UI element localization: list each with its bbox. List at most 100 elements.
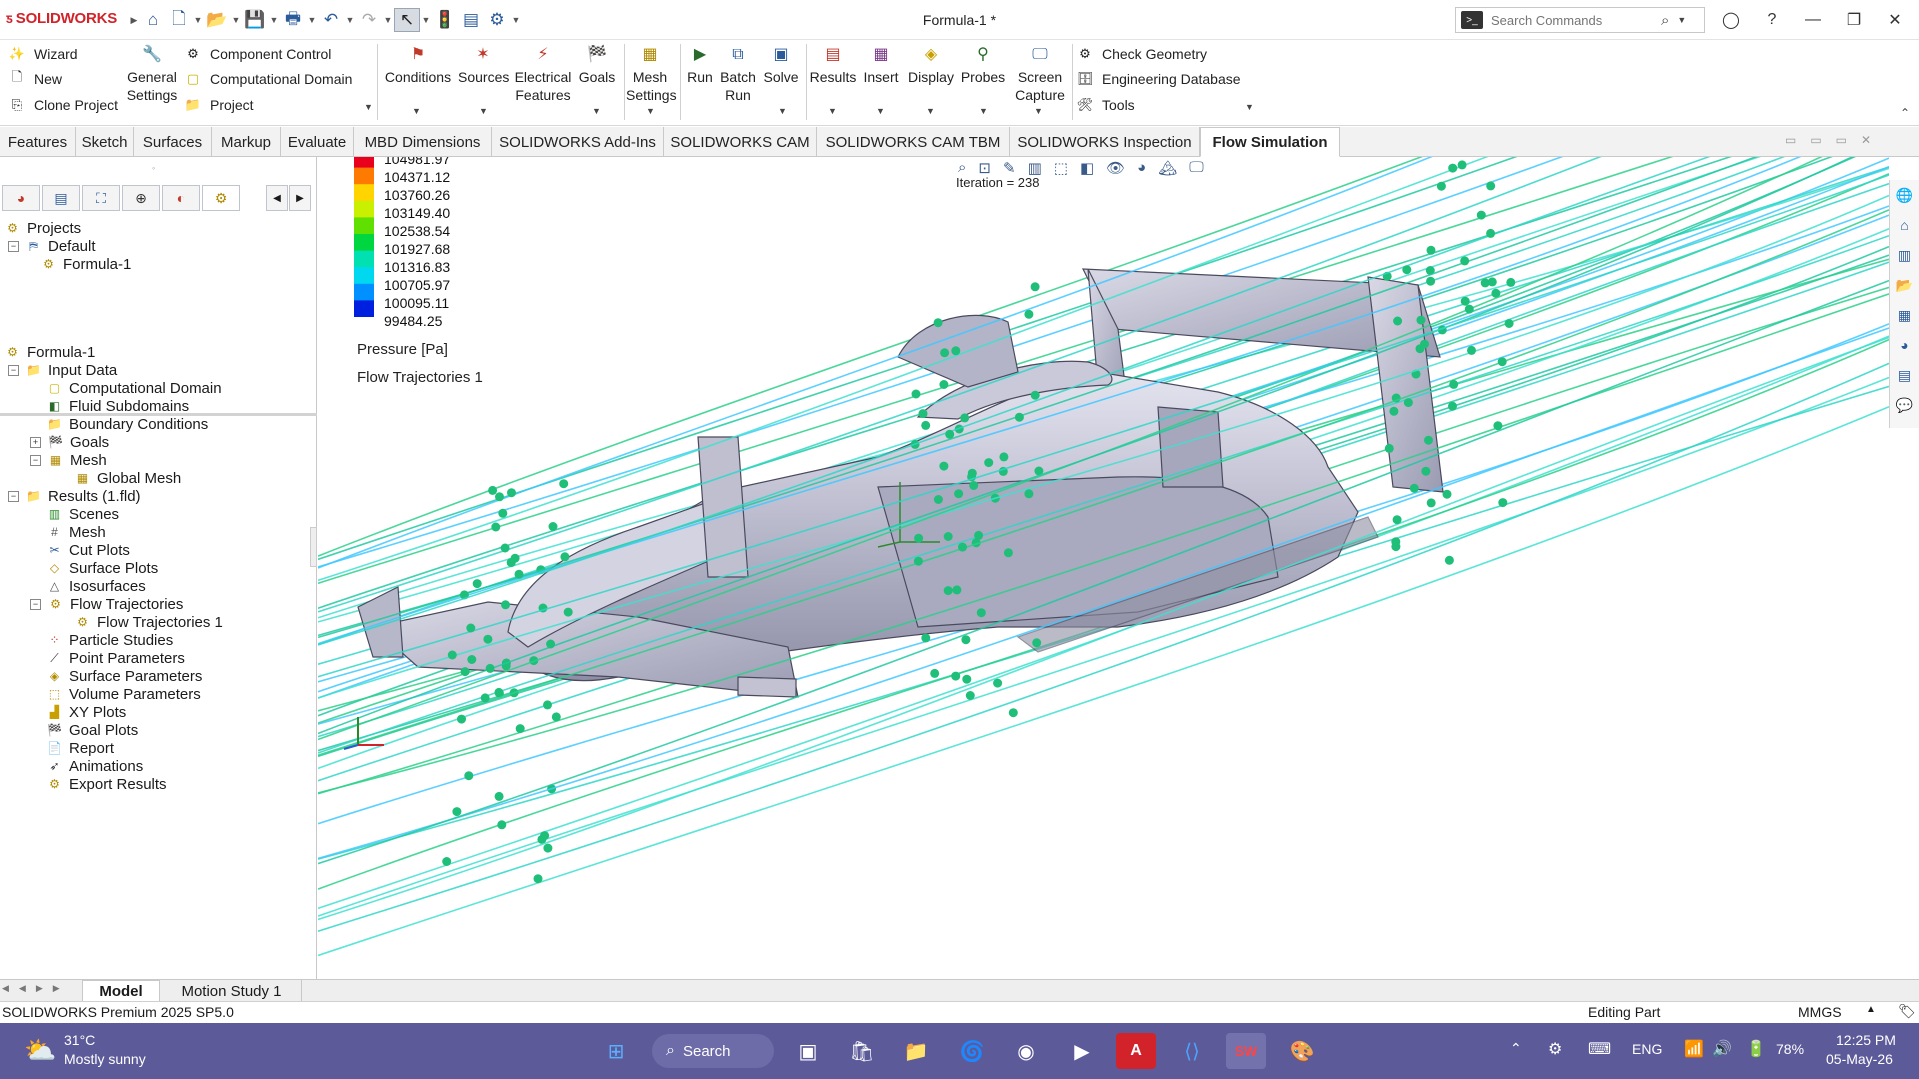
tab-flow-simulation[interactable]: Flow Simulation bbox=[1200, 127, 1340, 157]
vscode-icon[interactable]: ⟨⟩ bbox=[1172, 1033, 1212, 1069]
flow-simulation-tree-icon[interactable]: ⚙ bbox=[202, 185, 240, 211]
scroll-right-icon[interactable]: ▶ bbox=[289, 185, 311, 211]
minimize-icon[interactable]: — bbox=[1796, 8, 1830, 32]
view-settings-icon[interactable]: 🖵 bbox=[1189, 159, 1203, 177]
edge-browser-icon[interactable]: 🌀 bbox=[952, 1033, 992, 1069]
clock-time[interactable]: 12:25 PM bbox=[1836, 1032, 1896, 1048]
electrical-features-button[interactable]: ⚡ Electrical Features bbox=[512, 44, 574, 104]
probes-dropdown-icon[interactable]: ▼ bbox=[979, 106, 988, 116]
options-dropdown-icon[interactable]: ▼ bbox=[510, 15, 522, 25]
tab-model[interactable]: Model bbox=[82, 980, 160, 1002]
select-dropdown-icon[interactable]: ▼ bbox=[420, 15, 432, 25]
results-dropdown-icon[interactable]: ▼ bbox=[828, 106, 837, 116]
unit-system[interactable]: MMGS bbox=[1798, 1004, 1842, 1020]
collapse-toggle-icon[interactable]: − bbox=[8, 490, 19, 502]
configuration-manager-icon[interactable]: ⛶ bbox=[82, 185, 120, 211]
print-dropdown-icon[interactable]: ▼ bbox=[306, 15, 318, 25]
goals-dropdown-icon[interactable]: ▼ bbox=[592, 106, 601, 116]
collapse-toggle-icon[interactable]: − bbox=[30, 454, 41, 466]
panel-window-controls[interactable]: ▭▭▭✕ bbox=[1785, 133, 1885, 147]
chrome-browser-icon[interactable]: ◉ bbox=[1006, 1033, 1046, 1069]
search-dropdown-icon[interactable]: ▼ bbox=[1677, 15, 1686, 25]
taskbar-search[interactable]: ⌕ Search bbox=[652, 1034, 774, 1068]
restore-icon[interactable]: ❐ bbox=[1837, 8, 1871, 32]
show-hidden-icons-icon[interactable]: ⌃ bbox=[1510, 1040, 1522, 1057]
view-orientation-icon[interactable]: ⬚ bbox=[1054, 159, 1068, 177]
new-dropdown-icon[interactable]: ▼ bbox=[192, 15, 204, 25]
collapse-toggle-icon[interactable]: − bbox=[8, 240, 19, 252]
clock-date[interactable]: 05-May-26 bbox=[1826, 1051, 1893, 1067]
screen-capture-button[interactable]: 🖵 Screen Capture bbox=[1010, 44, 1070, 104]
mesh-settings-button[interactable]: ▦ Mesh Settings bbox=[626, 44, 677, 104]
solidworks-taskbar-icon[interactable]: SW bbox=[1226, 1033, 1266, 1069]
general-settings-button[interactable]: 🔧 General Settings bbox=[124, 44, 180, 104]
display-button[interactable]: ◈ Display bbox=[906, 44, 956, 86]
appearances-icon[interactable]: ◕ bbox=[1893, 333, 1917, 357]
select-cursor-icon[interactable]: ↖ bbox=[394, 8, 420, 32]
tab-scroll-arrows[interactable]: ◀◀▶▶ bbox=[2, 983, 70, 994]
help-icon[interactable]: ? bbox=[1755, 8, 1789, 32]
project-button[interactable]: 📁 Project bbox=[184, 94, 254, 116]
insert-button[interactable]: ▦ Insert bbox=[860, 44, 902, 86]
custom-properties-icon[interactable]: ▤ bbox=[1893, 363, 1917, 387]
check-geometry-button[interactable]: ⚙ Check Geometry bbox=[1076, 43, 1207, 65]
component-control-button[interactable]: ⚙ Component Control bbox=[184, 43, 331, 65]
property-manager-icon[interactable]: ▤ bbox=[42, 185, 80, 211]
tab-sketch[interactable]: Sketch bbox=[76, 127, 134, 157]
batch-run-button[interactable]: ⧉ Batch Run bbox=[718, 44, 758, 104]
conditions-button[interactable]: ⚑ Conditions bbox=[382, 44, 454, 86]
project-dropdown-icon[interactable]: ▼ bbox=[364, 102, 373, 112]
new-document-icon[interactable]: 🗋 bbox=[166, 8, 192, 32]
graphics-viewport[interactable]: ⌕ ⊡ ✎ ▥ ⬚ ◧ 👁 ◕ 🏔 🖵 Iteration = 238 1049… bbox=[318, 157, 1889, 979]
probes-button[interactable]: ⚲ Probes bbox=[958, 44, 1008, 86]
battery-level[interactable]: 78% bbox=[1776, 1041, 1804, 1057]
search-commands-box[interactable]: >_ ⌕ ▼ bbox=[1455, 7, 1705, 33]
tab-features[interactable]: Features bbox=[0, 127, 76, 157]
capture-dropdown-icon[interactable]: ▼ bbox=[1034, 106, 1043, 116]
tab-solidworks-add-ins[interactable]: SOLIDWORKS Add-Ins bbox=[492, 127, 664, 157]
solve-button[interactable]: ▣ Solve bbox=[760, 44, 802, 86]
user-account-icon[interactable]: ◯ bbox=[1714, 8, 1748, 32]
keyboard-icon[interactable]: ⌨ bbox=[1588, 1039, 1611, 1059]
tools-button[interactable]: 🛠 Tools bbox=[1076, 94, 1135, 116]
solidworks-logo[interactable]: ƽ SOLIDWORKS bbox=[6, 10, 117, 27]
edit-appearance-icon[interactable]: ◕ bbox=[1137, 159, 1146, 177]
display-style-icon[interactable]: ◧ bbox=[1080, 159, 1094, 177]
forum-icon[interactable]: 💬 bbox=[1893, 393, 1917, 417]
new-project-button[interactable]: 🗋 New bbox=[8, 68, 62, 90]
tab-evaluate[interactable]: Evaluate bbox=[281, 127, 354, 157]
search-icon[interactable]: ⌕ bbox=[1661, 12, 1669, 29]
input-language[interactable]: ENG bbox=[1632, 1041, 1662, 1057]
computational-domain-button[interactable]: ▢ Computational Domain bbox=[184, 68, 353, 90]
tab-solidworks-cam[interactable]: SOLIDWORKS CAM bbox=[664, 127, 817, 157]
tools-dropdown-icon[interactable]: ▼ bbox=[1245, 102, 1254, 112]
tab-surfaces[interactable]: Surfaces bbox=[134, 127, 212, 157]
units-dropdown-icon[interactable]: ▲ bbox=[1866, 1004, 1876, 1015]
open-dropdown-icon[interactable]: ▼ bbox=[230, 15, 242, 25]
wifi-icon[interactable]: 📶 bbox=[1684, 1039, 1704, 1059]
results-button[interactable]: ▤ Results bbox=[808, 44, 858, 86]
file-properties-icon[interactable]: ▤ bbox=[458, 8, 484, 32]
close-icon[interactable]: ✕ bbox=[1878, 8, 1912, 32]
display-dropdown-icon[interactable]: ▼ bbox=[926, 106, 935, 116]
open-folder-icon[interactable]: 📂 bbox=[204, 8, 230, 32]
redo-icon[interactable]: ↷ bbox=[356, 8, 382, 32]
search-commands-input[interactable] bbox=[1491, 12, 1661, 28]
solidworks-resources-icon[interactable]: 🌐 bbox=[1893, 183, 1917, 207]
collapse-toggle-icon[interactable]: − bbox=[30, 598, 41, 610]
collapse-ribbon-icon[interactable]: ⌃ bbox=[1900, 106, 1910, 120]
tab-solidworks-inspection[interactable]: SOLIDWORKS Inspection bbox=[1010, 127, 1200, 157]
save-dropdown-icon[interactable]: ▼ bbox=[268, 15, 280, 25]
sources-dropdown-icon[interactable]: ▼ bbox=[479, 106, 488, 116]
undo-dropdown-icon[interactable]: ▼ bbox=[344, 15, 356, 25]
apply-scene-icon[interactable]: 🏔 bbox=[1158, 159, 1177, 177]
windows-start-icon[interactable]: ⊞ bbox=[596, 1033, 636, 1069]
wizard-button[interactable]: ✨ Wizard bbox=[8, 43, 78, 65]
run-button[interactable]: ▶ Run bbox=[684, 44, 716, 86]
clone-project-button[interactable]: ⎘ Clone Project bbox=[8, 94, 118, 116]
display-manager-icon[interactable]: ◐ bbox=[162, 185, 200, 211]
save-icon[interactable]: 💾 bbox=[242, 8, 268, 32]
panel-handle[interactable]: ◦ bbox=[152, 163, 155, 173]
home-icon[interactable]: ⌂ bbox=[1893, 213, 1917, 237]
goals-button[interactable]: 🏁 Goals bbox=[576, 44, 618, 86]
